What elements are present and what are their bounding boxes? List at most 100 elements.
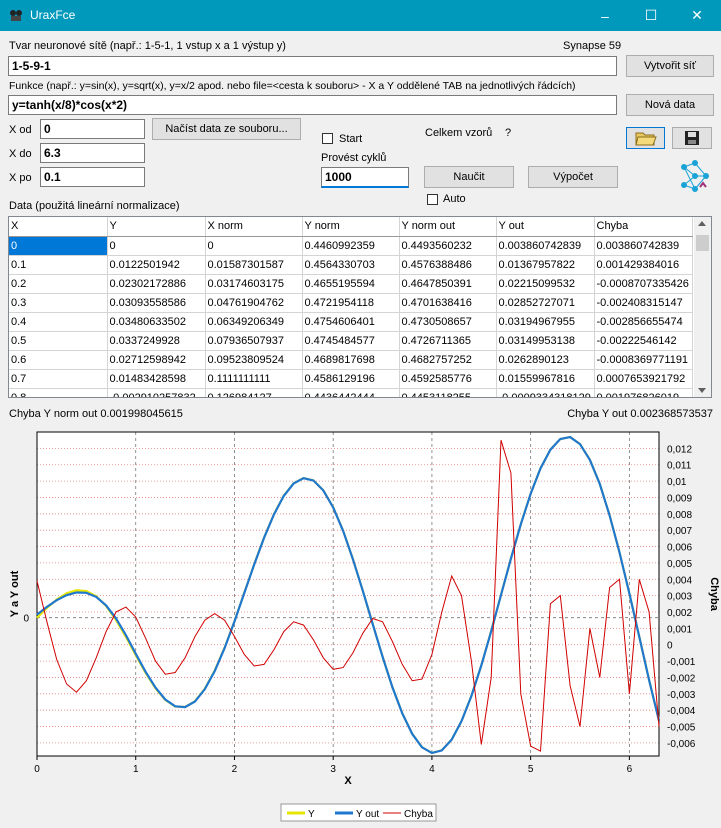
table-cell[interactable]: 0: [205, 236, 303, 256]
table-cell[interactable]: 0.4689817698: [302, 350, 400, 370]
table-cell[interactable]: 0.07936507937: [205, 331, 303, 351]
table-cell[interactable]: -0.0008369771191: [594, 350, 693, 370]
start-checkbox[interactable]: [322, 133, 333, 144]
new-data-button[interactable]: Nová data: [626, 94, 714, 116]
table-cell[interactable]: 0.01587301587: [205, 255, 303, 275]
table-cell[interactable]: 0.4453118255: [399, 388, 497, 397]
table-cell[interactable]: 0.1: [9, 255, 108, 275]
column-header[interactable]: Y: [107, 217, 206, 237]
table-cell[interactable]: 0.4460992359: [302, 236, 400, 256]
x-from-input[interactable]: 0: [40, 119, 145, 139]
table-cell[interactable]: 0.3: [9, 293, 108, 313]
table-cell[interactable]: 0.03480633502: [107, 312, 206, 332]
save-file-button[interactable]: [672, 127, 712, 149]
table-cell[interactable]: 0.4754606401: [302, 312, 400, 332]
table-cell[interactable]: 0.02712598942: [107, 350, 206, 370]
scroll-up-icon[interactable]: [698, 221, 706, 226]
table-cell[interactable]: -0.00222546142: [594, 331, 693, 351]
table-cell[interactable]: 0.4564330703: [302, 255, 400, 275]
table-cell[interactable]: 0.7: [9, 369, 108, 389]
table-cell[interactable]: 0.4721954118: [302, 293, 400, 313]
table-cell[interactable]: -0.0009334318129: [496, 388, 595, 397]
table-cell[interactable]: 0.0007653921792: [594, 369, 693, 389]
table-cell[interactable]: 0.0122501942: [107, 255, 206, 275]
table-cell[interactable]: 0.01483428598: [107, 369, 206, 389]
table-row[interactable]: 0.1 0.0122501942 0.01587301587 0.4564330703…: [9, 255, 693, 275]
cycles-input[interactable]: 1000: [321, 167, 409, 188]
scroll-thumb[interactable]: [696, 235, 709, 251]
table-cell[interactable]: -0.0008707335426: [594, 274, 693, 294]
table-cell[interactable]: 0.4701638416: [399, 293, 497, 313]
table-cell[interactable]: 0.4745484577: [302, 331, 400, 351]
table-cell[interactable]: 0.03093558586: [107, 293, 206, 313]
table-cell[interactable]: 0.001976826019: [594, 388, 693, 397]
network-shape-input[interactable]: 1-5-9-1: [8, 56, 617, 76]
table-cell[interactable]: 0.5: [9, 331, 108, 351]
table-cell[interactable]: 0.4586129196: [302, 369, 400, 389]
table-cell[interactable]: 0.03174603175: [205, 274, 303, 294]
table-cell[interactable]: 0.8: [9, 388, 108, 397]
table-cell[interactable]: 0.4730508657: [399, 312, 497, 332]
table-cell[interactable]: -0.002856655474: [594, 312, 693, 332]
table-row[interactable]: 0.5 0.0337249928 0.07936507937 0.4745484577…: [9, 331, 693, 351]
table-cell[interactable]: 0.001429384016: [594, 255, 693, 275]
table-cell[interactable]: 0.2: [9, 274, 108, 294]
load-file-button[interactable]: Načíst data ze souboru...: [152, 118, 301, 140]
table-cell[interactable]: 0.02302172886: [107, 274, 206, 294]
table-cell[interactable]: 0.4436442444: [302, 388, 400, 397]
column-header[interactable]: Y out: [496, 217, 595, 237]
table-cell[interactable]: 0.02215099532: [496, 274, 595, 294]
table-cell[interactable]: 0.4576388486: [399, 255, 497, 275]
table-cell[interactable]: 0.4592585776: [399, 369, 497, 389]
table-cell[interactable]: 0.4726711365: [399, 331, 497, 351]
table-row[interactable]: 0.4 0.03480633502 0.06349206349 0.475460640…: [9, 312, 693, 332]
table-cell[interactable]: 0.4655195594: [302, 274, 400, 294]
table-row[interactable]: 0 0 0 0.4460992359 0.4493560232 0.00386074283…: [9, 236, 693, 256]
table-row[interactable]: 0.2 0.02302172886 0.03174603175 0.465519559…: [9, 274, 693, 294]
table-row[interactable]: 0.7 0.01483428598 0.1111111111 0.4586129196…: [9, 369, 693, 389]
x-step-input[interactable]: 0.1: [40, 167, 145, 187]
column-header[interactable]: X: [9, 217, 108, 237]
scroll-down-icon[interactable]: [698, 388, 706, 393]
learn-button[interactable]: Naučit: [424, 166, 514, 188]
table-row[interactable]: 0.8 -0.002910257832 0.126984127 0.443644244…: [9, 388, 693, 397]
column-header[interactable]: Y norm: [302, 217, 400, 237]
table-cell[interactable]: 0.4682757252: [399, 350, 497, 370]
table-cell[interactable]: 0.03149953138: [496, 331, 595, 351]
column-header[interactable]: X norm: [205, 217, 303, 237]
open-file-button[interactable]: [626, 127, 665, 149]
table-cell[interactable]: 0.6: [9, 350, 108, 370]
function-input[interactable]: y=tanh(x/8)*cos(x*2): [8, 95, 617, 115]
table-cell[interactable]: 0.126984127: [205, 388, 303, 397]
table-cell[interactable]: 0.0262890123: [496, 350, 595, 370]
table-cell[interactable]: 0.4493560232: [399, 236, 497, 256]
table-cell[interactable]: 0.04761904762: [205, 293, 303, 313]
table-cell[interactable]: 0.003860742839: [594, 236, 693, 256]
data-table[interactable]: XYX norm Y norm Y norm out Y out Chyba 0 0 0 0.4…: [8, 216, 712, 398]
table-cell[interactable]: 0.0337249928: [107, 331, 206, 351]
table-cell[interactable]: -0.002408315147: [594, 293, 693, 313]
table-cell[interactable]: 0.4647850391: [399, 274, 497, 294]
x-to-input[interactable]: 6.3: [40, 143, 145, 163]
maximize-button[interactable]: ☐: [628, 0, 674, 31]
table-cell[interactable]: -0.002910257832: [107, 388, 206, 397]
create-network-button[interactable]: Vytvořit síť: [626, 55, 714, 77]
column-header[interactable]: Y norm out: [399, 217, 497, 237]
table-cell[interactable]: 0.09523809524: [205, 350, 303, 370]
table-cell[interactable]: 0.003860742839: [496, 236, 595, 256]
table-scrollbar[interactable]: [694, 217, 711, 397]
table-cell[interactable]: 0: [9, 236, 108, 256]
table-cell[interactable]: 0.1111111111: [205, 369, 303, 389]
column-header[interactable]: Chyba: [594, 217, 693, 237]
table-cell[interactable]: 0.02852727071: [496, 293, 595, 313]
close-button[interactable]: ✕: [674, 0, 720, 31]
table-cell[interactable]: 0.01367957822: [496, 255, 595, 275]
auto-checkbox[interactable]: [427, 194, 438, 205]
table-cell[interactable]: 0: [107, 236, 206, 256]
table-cell[interactable]: 0.4: [9, 312, 108, 332]
table-row[interactable]: 0.6 0.02712598942 0.09523809524 0.468981769…: [9, 350, 693, 370]
table-cell[interactable]: 0.01559967816: [496, 369, 595, 389]
compute-button[interactable]: Výpočet: [528, 166, 618, 188]
table-cell[interactable]: 0.06349206349: [205, 312, 303, 332]
table-row[interactable]: 0.3 0.03093558586 0.04761904762 0.472195411…: [9, 293, 693, 313]
